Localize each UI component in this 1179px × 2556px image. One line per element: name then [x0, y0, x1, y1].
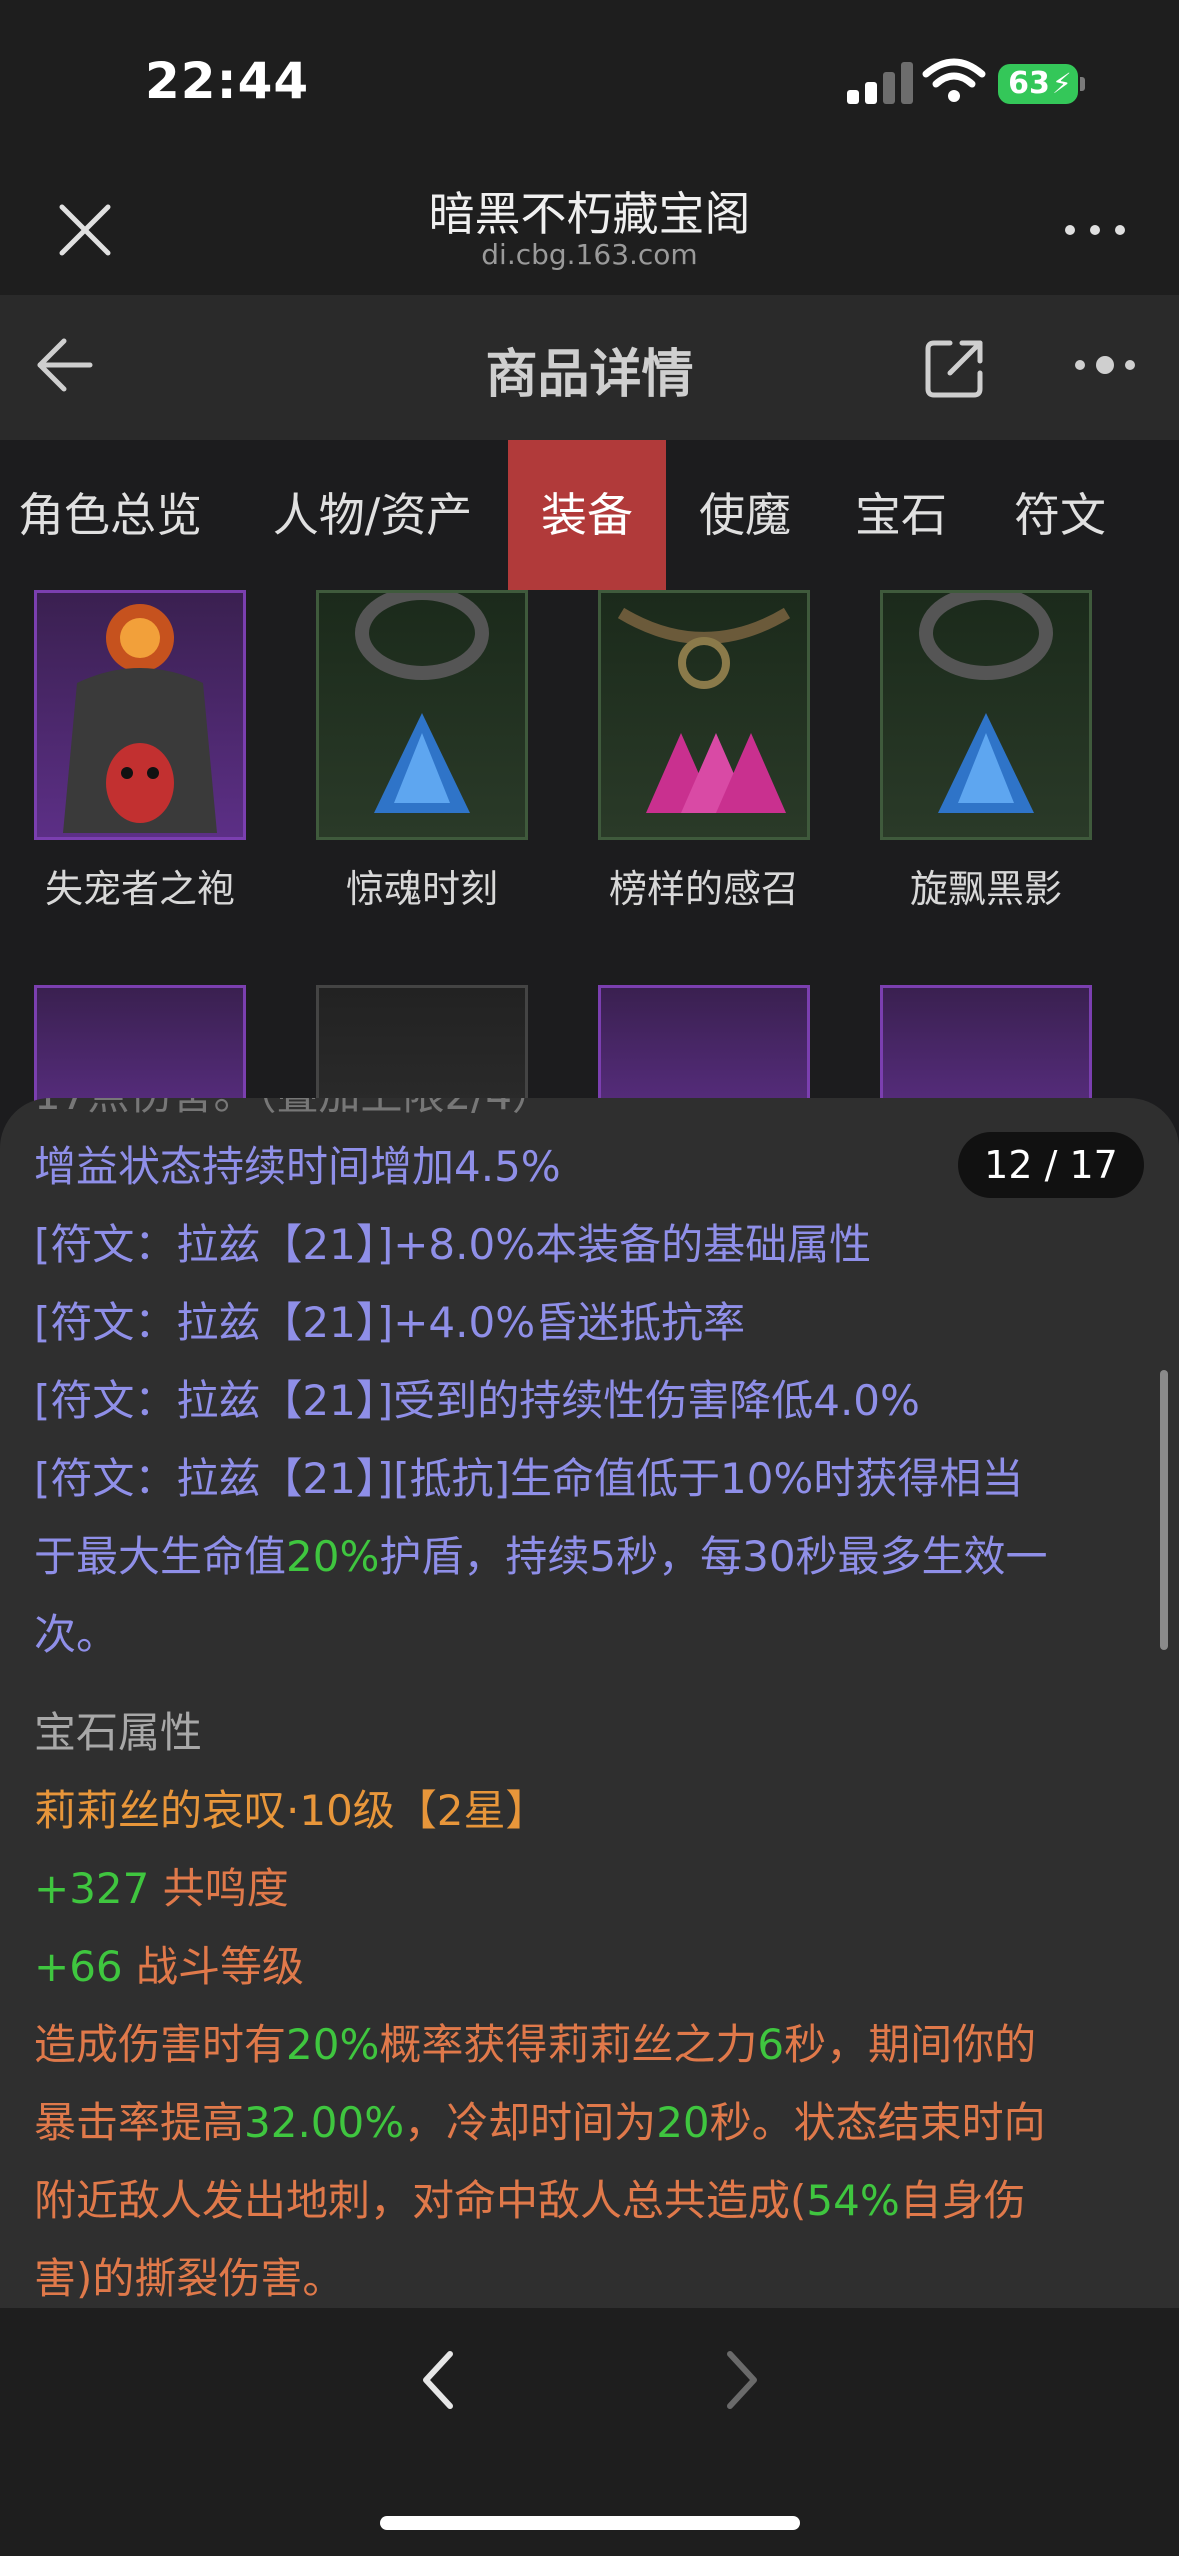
gem-stat-value: +66 — [34, 1942, 123, 1991]
gem-effect-line: 暴击率提高32.00%，冷却时间为20秒。状态结束时向 — [34, 2084, 1046, 2162]
tab-character-assets[interactable]: 人物/资产 — [250, 440, 495, 590]
gem-stat-label: 共鸣度 — [162, 1864, 289, 1913]
ring-item-icon — [919, 586, 1053, 813]
effect-text: 自身伤 — [899, 2176, 1026, 2225]
tab-equipment[interactable]: 装备 — [508, 440, 666, 590]
gem-effect-line: 害)的撕裂伤害。 — [34, 2254, 345, 2303]
equipment-slot[interactable] — [880, 586, 1092, 840]
attribute-line: 次。 — [34, 1610, 119, 1659]
battery-level: 63 — [1008, 66, 1050, 101]
gem-effect-line: 附近敌人发出地刺，对命中敌人总共造成(54%自身伤 — [34, 2162, 1026, 2240]
equipment-name: 惊魂时刻 — [345, 867, 498, 911]
effect-value: 20 — [656, 2098, 710, 2147]
site-url: di.cbg.163.com — [481, 238, 698, 271]
cellular-signal-icon — [847, 62, 913, 104]
scrollbar[interactable] — [1160, 1370, 1168, 1650]
tab-familiar[interactable]: 使魔 — [680, 440, 810, 590]
attribute-text: 于最大生命值 — [34, 1532, 287, 1581]
necklace-item-icon — [617, 607, 791, 813]
equipment-slot[interactable] — [598, 590, 810, 840]
back-arrow-icon[interactable] — [30, 325, 110, 405]
equipment-slot[interactable] — [316, 586, 528, 840]
close-icon[interactable] — [50, 195, 120, 265]
home-indicator[interactable] — [380, 2516, 800, 2530]
tab-gems[interactable]: 宝石 — [836, 440, 966, 590]
effect-text: 秒，期间你的 — [784, 2020, 1037, 2069]
gem-stat-label: 战斗等级 — [136, 1942, 305, 1991]
attribute-line: [符文：拉兹【21】]+4.0%昏迷抵抗率 — [34, 1298, 746, 1347]
gem-stat-value: +327 — [34, 1864, 150, 1913]
equipment-slot[interactable] — [34, 590, 246, 840]
effect-text: 附近敌人发出地刺，对命中敌人总共造成( — [34, 2176, 807, 2225]
equipment-name: 失宠者之袍 — [44, 867, 235, 911]
tab-runes[interactable]: 符文 — [995, 440, 1125, 590]
effect-text: 暴击率提高 — [34, 2098, 245, 2147]
chevron-right-icon[interactable] — [700, 2340, 780, 2420]
effect-value: 20% — [286, 2020, 380, 2069]
attribute-text: 护盾，持续5秒，每30秒最多生效一 — [379, 1532, 1048, 1581]
effect-text: 秒。状态结束时向 — [709, 2098, 1046, 2147]
attribute-line: 增益状态持续时间增加4.5% — [34, 1142, 561, 1191]
attribute-line: [符文：拉兹【21】]+8.0%本装备的基础属性 — [34, 1220, 872, 1269]
battery-cap — [1080, 77, 1085, 91]
wifi-icon — [922, 58, 986, 102]
effect-value: 6 — [757, 2020, 785, 2069]
site-title: 暗黑不朽藏宝阁 — [428, 187, 751, 241]
gem-stat-line: +66 战斗等级 — [34, 1928, 304, 2006]
bolt-icon: ⚡ — [1052, 67, 1072, 100]
gem-section-title: 宝石属性 — [34, 1708, 203, 1757]
page-counter: 12 / 17 — [958, 1132, 1144, 1198]
tab-overview[interactable]: 角色总览 — [0, 440, 220, 590]
effect-text: ，冷却时间为 — [404, 2098, 657, 2147]
equipment-name: 旋飘黑影 — [909, 867, 1062, 911]
attribute-line: [符文：拉兹【21】][抵抗]生命值低于10%时获得相当 — [34, 1454, 1024, 1503]
ring-item-icon — [355, 586, 489, 813]
chevron-left-icon[interactable] — [400, 2340, 480, 2420]
equipment-name: 榜样的感召 — [608, 867, 799, 911]
gem-name: 莉莉丝的哀叹·10级【2星】 — [34, 1786, 548, 1835]
attribute-line: 于最大生命值20%护盾，持续5秒，每30秒最多生效一 — [34, 1518, 1048, 1596]
item-detail-panel[interactable]: 17点伤害。（叠加上限2/4） 增益状态持续时间增加4.5% [符文：拉兹【21… — [0, 1098, 1179, 2308]
status-time: 22:44 — [145, 52, 310, 110]
attribute-line: [符文：拉兹【21】]受到的持续性伤害降低4.0% — [34, 1376, 920, 1425]
share-icon[interactable] — [920, 333, 990, 403]
gem-effect-line: 造成伤害时有20%概率获得莉莉丝之力6秒，期间你的 — [34, 2006, 1036, 2084]
effect-value: 32.00% — [244, 2098, 405, 2147]
page-title: 商品详情 — [485, 345, 694, 405]
more-options-icon[interactable] — [1060, 215, 1130, 245]
more-dots-icon[interactable] — [1070, 350, 1140, 380]
attribute-value: 20% — [286, 1532, 380, 1581]
robe-item-icon — [63, 604, 217, 833]
effect-value: 54% — [806, 2176, 900, 2225]
effect-text: 造成伤害时有 — [34, 2020, 287, 2069]
effect-text: 概率获得莉莉丝之力 — [379, 2020, 758, 2069]
gem-stat-line: +327 共鸣度 — [34, 1850, 289, 1928]
